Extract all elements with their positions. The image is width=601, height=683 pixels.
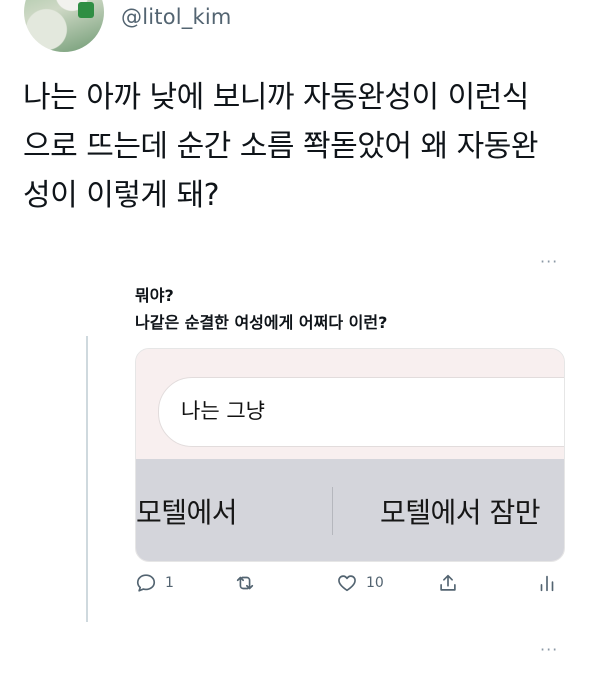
tweet-text-line: 성이 이렇게 돼? bbox=[23, 178, 220, 213]
retweet-icon bbox=[236, 576, 254, 590]
suggestion-divider bbox=[332, 487, 333, 535]
share-button[interactable] bbox=[437, 572, 459, 594]
tweet-text: 나는 아까 낮에 보니까 자동완성이 이런식 으로 뜨는데 순간 소름 쫙돋았어… bbox=[23, 73, 593, 220]
share-icon bbox=[440, 574, 456, 591]
reply-icon bbox=[136, 574, 156, 592]
suggestion-item: 모텔에서 잠만 bbox=[380, 496, 540, 529]
suggestion-item: 모텔에서 bbox=[136, 496, 238, 529]
reply-button[interactable]: 1 bbox=[135, 572, 174, 594]
like-icon bbox=[338, 575, 356, 592]
analytics-button[interactable] bbox=[537, 572, 557, 594]
thread-line bbox=[86, 336, 88, 622]
analytics-icon bbox=[540, 575, 554, 592]
avatar[interactable] bbox=[24, 0, 104, 52]
reply-count: 1 bbox=[165, 575, 174, 591]
search-area: 나는 그냥 bbox=[136, 349, 564, 459]
tweet-actions: 1 10 bbox=[135, 572, 565, 602]
tweet-text-line: 으로 뜨는데 순간 소름 쫙돋았어 왜 자동완 bbox=[23, 129, 538, 164]
reply-author-name: 뭐야? bbox=[135, 286, 174, 305]
tweet-text-line: 나는 아까 낮에 보니까 자동완성이 이런식 bbox=[23, 80, 529, 115]
avatar-badge bbox=[78, 2, 94, 18]
more-icon[interactable]: ··· bbox=[540, 640, 558, 659]
search-input: 나는 그냥 bbox=[158, 377, 564, 447]
search-input-value: 나는 그냥 bbox=[181, 399, 265, 423]
more-icon[interactable]: ··· bbox=[540, 252, 558, 271]
suggestion-bar: 모텔에서 모텔에서 잠만 bbox=[136, 459, 564, 561]
user-handle[interactable]: @litol_kim bbox=[121, 5, 232, 29]
retweet-button[interactable] bbox=[233, 572, 265, 594]
like-button[interactable]: 10 bbox=[336, 572, 384, 594]
like-count: 10 bbox=[366, 575, 384, 591]
reply-text: 나같은 순결한 여성에게 어쩌다 이런? bbox=[135, 313, 388, 332]
media-card[interactable]: 나는 그냥 모텔에서 모텔에서 잠만 bbox=[135, 348, 565, 562]
